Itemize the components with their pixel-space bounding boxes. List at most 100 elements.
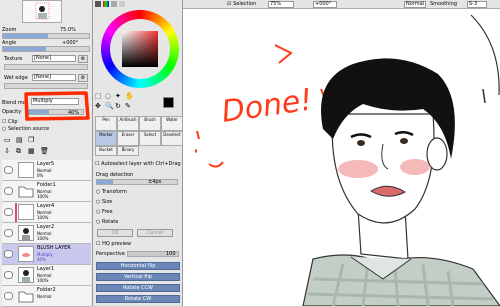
layer-thumbnail <box>18 204 34 220</box>
tool-airbrush[interactable]: AirBrush <box>117 116 139 131</box>
visibility-icon[interactable] <box>4 187 13 195</box>
angle-field[interactable]: +000° <box>313 1 337 8</box>
done-text: Done! <box>220 83 315 130</box>
perspective-value: 100 <box>166 251 176 257</box>
color-wheel-toggle-icon[interactable] <box>95 1 101 7</box>
tool-panel: ⬚ ◌ ✦ ✋ ✥ 🔍 ↻ ✎ Pen AirBrush Brush Water… <box>93 0 183 306</box>
swatches-toggle-icon[interactable] <box>119 1 125 7</box>
radio-rotate[interactable]: ○ Rotate <box>96 219 118 225</box>
rgb-slider-toggle-icon[interactable] <box>103 1 109 7</box>
visibility-icon[interactable] <box>4 166 13 174</box>
navigator-thumbnail[interactable] <box>22 0 62 23</box>
opacity-label: Opacity <box>2 109 22 115</box>
zoom-icon[interactable]: 🔍 <box>105 102 114 110</box>
merge-icon[interactable]: ⧉ <box>16 147 21 155</box>
drag-detection-slider[interactable] <box>96 179 178 185</box>
visibility-icon[interactable] <box>4 271 13 279</box>
horizontal-flip-button[interactable]: Horizontal flip <box>96 262 180 270</box>
tool-marker[interactable]: Marker <box>95 131 117 146</box>
hand-icon[interactable]: ✋ <box>125 92 134 100</box>
blend-mode-top-select[interactable]: Normal <box>404 1 426 8</box>
transfer-down-icon[interactable]: ⇩ <box>4 147 10 155</box>
zoom-select[interactable]: 75% <box>268 1 294 8</box>
hsv-slider-toggle-icon[interactable] <box>111 1 117 7</box>
visibility-icon[interactable] <box>4 208 13 216</box>
layer-item[interactable]: Layer5 Normal 0% <box>2 160 91 181</box>
visibility-icon[interactable] <box>4 229 13 237</box>
wet-edge-select[interactable]: [None] <box>32 74 76 81</box>
tool-bucket[interactable]: Bucket <box>95 146 117 156</box>
rotate-icon[interactable]: ↻ <box>115 102 121 110</box>
tool-deselect[interactable]: Deselect <box>161 131 183 146</box>
wet-edge-slider[interactable] <box>4 83 88 89</box>
move-icon[interactable]: ✥ <box>95 102 101 110</box>
left-panel: Zoom 75.0% Angle +000° Texture [None] ⚙ … <box>0 0 93 307</box>
texture-slider[interactable] <box>4 64 88 70</box>
selection-checkbox[interactable]: ☑ Selection <box>227 1 256 7</box>
radio-free[interactable]: ○ Free <box>96 209 113 215</box>
clear-layer-icon[interactable]: ▦ <box>28 147 35 155</box>
new-layer-icon[interactable]: ▭ <box>4 136 11 144</box>
texture-settings-button[interactable]: ⚙ <box>78 55 88 63</box>
copy-layer-icon[interactable]: ❐ <box>28 136 34 144</box>
layer-item[interactable]: Layer4 Normal 100% <box>2 202 91 223</box>
tool-grid: Pen AirBrush Brush Water Marker Eraser S… <box>95 116 183 158</box>
angle-slider[interactable] <box>2 46 90 52</box>
texture-label: Texture <box>4 56 23 62</box>
layer-thumbnail <box>18 225 34 241</box>
smoothing-label: Smoothing <box>430 1 458 7</box>
vertical-flip-button[interactable]: Vertical flip <box>96 273 180 281</box>
rotate-ccw-button[interactable]: Rotate CCW <box>96 284 180 292</box>
wet-edge-settings-button[interactable]: ⚙ <box>78 74 88 82</box>
layer-thumbnail <box>18 162 34 178</box>
tool-pen[interactable]: Pen <box>95 116 117 131</box>
artwork: Done! <box>195 14 500 306</box>
lasso-icon[interactable]: ◌ <box>105 92 111 100</box>
layer-item[interactable]: Layer2 Normal 100% <box>2 223 91 244</box>
primary-color-swatch[interactable] <box>163 97 174 108</box>
radio-transform[interactable]: ○ Transform <box>96 189 127 195</box>
wet-edge-label: Wet edge <box>4 75 28 81</box>
tool-water[interactable]: Water <box>161 116 183 131</box>
rotate-cw-button[interactable]: Rotate CW <box>96 295 180 303</box>
clipping-checkbox[interactable]: ☐ Clip <box>2 119 18 125</box>
hq-preview-checkbox[interactable]: ☐ HQ preview <box>96 241 131 247</box>
zoom-slider[interactable] <box>2 33 90 39</box>
tool-eraser[interactable]: Eraser <box>117 131 139 146</box>
layer-item[interactable]: Layer1 Normal 100% <box>2 265 91 286</box>
folder-item[interactable]: Folder2 Normal <box>2 286 91 307</box>
new-folder-icon[interactable]: ▤ <box>16 136 23 144</box>
select-rect-icon[interactable]: ⬚ <box>95 92 102 100</box>
layer-toolbar: ▭ ▤ ❐ ⇩ ⧉ ▦ 🗑 <box>2 136 91 158</box>
smoothing-select[interactable]: S-3 <box>467 1 487 8</box>
magic-wand-icon[interactable]: ✦ <box>115 92 121 100</box>
tool-binary[interactable]: Binary <box>117 146 139 156</box>
annotation-box <box>24 91 90 121</box>
drawing-canvas[interactable]: Done! <box>183 9 500 306</box>
selection-source-radio[interactable]: ○ Selection source <box>2 126 49 132</box>
folder-icon <box>18 288 34 304</box>
folder-icon <box>18 183 34 199</box>
perspective-label: Perspective <box>96 251 125 257</box>
tool-select[interactable]: Select <box>139 131 161 146</box>
layer-item-selected[interactable]: BLUSH LAYER Multiply 40% <box>2 244 91 265</box>
tool-brush[interactable]: Brush <box>139 116 161 131</box>
eyedropper-icon[interactable]: ✎ <box>125 102 131 110</box>
visibility-icon[interactable] <box>4 292 13 300</box>
ok-button[interactable]: OK <box>97 229 133 237</box>
autoselect-checkbox[interactable]: ☐ Autoselect layer with Ctrl+Drag <box>95 161 181 167</box>
folder-item[interactable]: Folder1 Normal 100% <box>2 181 91 202</box>
cancel-button[interactable]: Cancel <box>137 229 173 237</box>
texture-select[interactable]: [None] <box>32 55 76 62</box>
delete-layer-icon[interactable]: 🗑 <box>40 147 49 155</box>
saturation-value-square[interactable] <box>122 31 158 67</box>
visibility-icon[interactable] <box>4 250 13 258</box>
gear-icon: ⚙ <box>80 56 86 62</box>
color-wheel[interactable] <box>101 10 179 88</box>
gear-icon: ⚙ <box>80 75 86 81</box>
drag-detection-label: Drag detection <box>96 172 134 178</box>
canvas-toolbar: ☑ Selection 75% +000° Normal Smoothing S… <box>183 0 500 9</box>
radio-size[interactable]: ○ Size <box>96 199 112 205</box>
color-mode-bar <box>93 0 182 9</box>
layer-thumbnail <box>18 267 34 283</box>
